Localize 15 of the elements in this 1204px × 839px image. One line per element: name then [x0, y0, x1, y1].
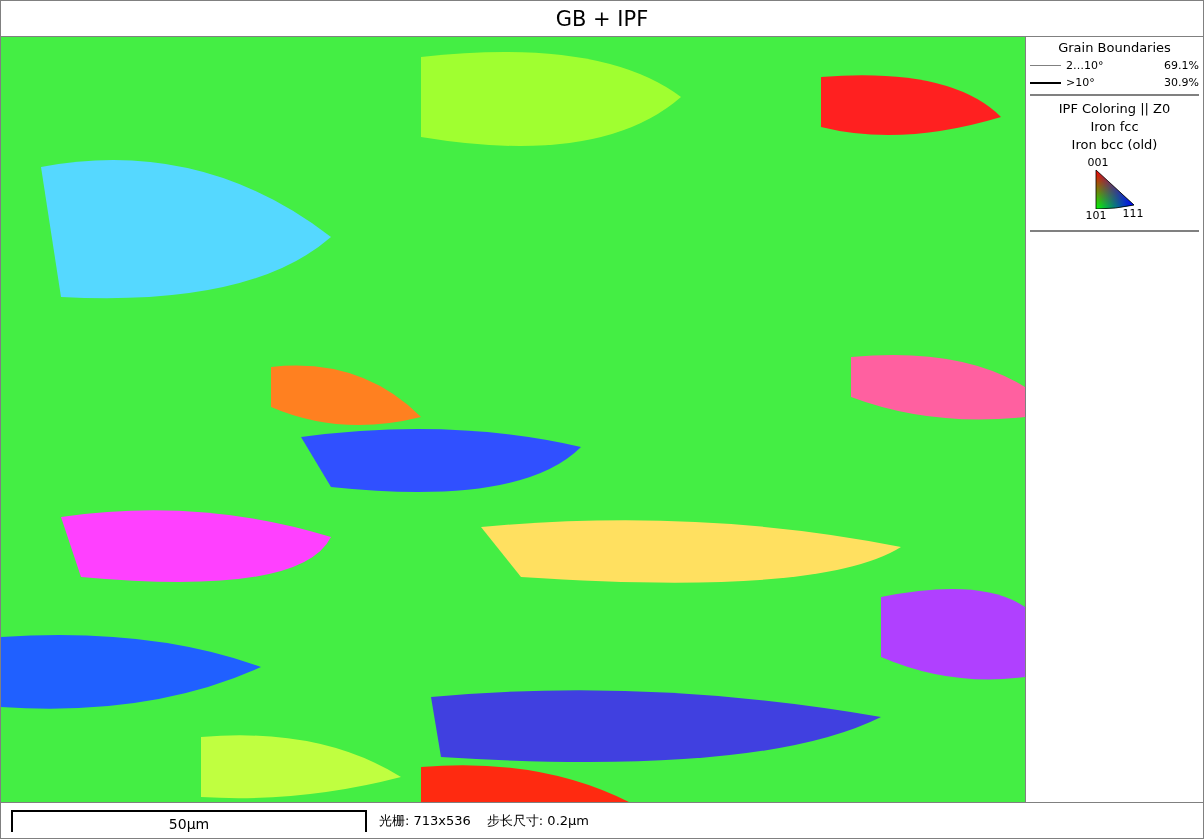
legend-title: Grain Boundaries: [1057, 39, 1172, 57]
phase-name: Iron bcc (old): [1070, 136, 1159, 154]
phase-name: Iron fcc: [1089, 118, 1140, 136]
chart-title: GB + IPF: [555, 6, 649, 31]
corner-label: 101: [1085, 209, 1108, 222]
raster-size: 光栅: 713x536: [379, 811, 471, 830]
legend-title: IPF Coloring || Z0: [1057, 100, 1172, 118]
boundary-share: 69.1%: [1164, 59, 1199, 72]
corner-label: 111: [1122, 207, 1144, 222]
corner-label: 001: [1087, 156, 1109, 169]
angle-range: >10°: [1066, 76, 1096, 89]
scale-bar: 50µm: [11, 809, 367, 832]
boundary-share: 30.9%: [1164, 76, 1199, 89]
step-size: 步长尺寸: 0.2µm: [486, 811, 589, 830]
angle-range: 2…10°: [1066, 59, 1105, 72]
